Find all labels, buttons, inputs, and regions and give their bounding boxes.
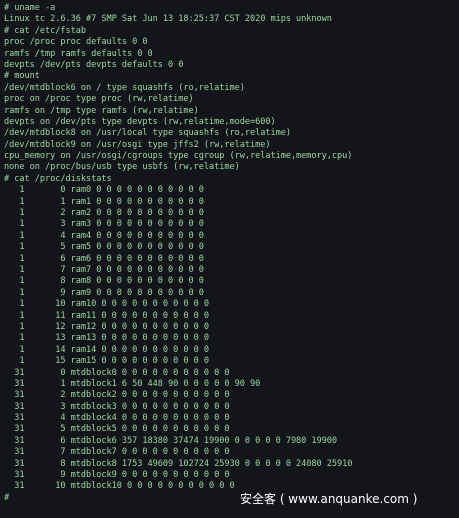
terminal-line: devpts /dev/pts devpts defaults 0 0: [4, 59, 184, 70]
terminal-line: 1 5 ram5 0 0 0 0 0 0 0 0 0 0 0: [4, 242, 204, 253]
terminal-line: /dev/mtdblock8 on /usr/local type squash…: [4, 128, 291, 139]
terminal-line: 31 9 mtdblock9 0 0 0 0 0 0 0 0 0 0 0: [4, 470, 230, 481]
terminal-line: 31 2 mtdblock2 0 0 0 0 0 0 0 0 0 0 0: [4, 390, 230, 401]
terminal-line: 1 0 ram0 0 0 0 0 0 0 0 0 0 0 0: [4, 185, 204, 196]
terminal-line: 1 7 ram7 0 0 0 0 0 0 0 0 0 0 0: [4, 264, 204, 275]
terminal-line: 1 2 ram2 0 0 0 0 0 0 0 0 0 0 0: [4, 208, 204, 219]
terminal-line: ramfs /tmp ramfs defaults 0 0: [4, 48, 153, 59]
terminal-line: 1 4 ram4 0 0 0 0 0 0 0 0 0 0 0: [4, 230, 204, 241]
terminal-line: cpu_memory on /usr/osgi/cgroups type cgr…: [4, 151, 353, 162]
terminal-line: proc on /proc type proc (rw,relatime): [4, 94, 194, 105]
terminal-line: /dev/mtdblock9 on /usr/osgi type jffs2 (…: [4, 139, 271, 150]
terminal-line: 1 1 ram1 0 0 0 0 0 0 0 0 0 0 0: [4, 196, 204, 207]
terminal-line: Linux tc 2.6.36 #7 SMP Sat Jun 13 18:25:…: [4, 14, 332, 25]
terminal-line: 31 7 mtdblock7 0 0 0 0 0 0 0 0 0 0 0: [4, 447, 230, 458]
terminal-line: # uname -a: [4, 3, 56, 13]
terminal-line: 1 6 ram6 0 0 0 0 0 0 0 0 0 0 0: [4, 253, 204, 264]
terminal-line: # mount: [4, 71, 40, 82]
terminal-line: 1 3 ram3 0 0 0 0 0 0 0 0 0 0 0: [4, 219, 204, 230]
terminal-line: 31 8 mtdblock8 1753 49609 102724 25930 0…: [4, 458, 353, 469]
watermark-text: 安全客 ( www.anquanke.com ): [240, 492, 418, 506]
terminal-line: 31 4 mtdblock4 0 0 0 0 0 0 0 0 0 0 0: [4, 413, 230, 424]
terminal-line: 1 13 ram13 0 0 0 0 0 0 0 0 0 0 0: [4, 333, 209, 344]
terminal-line: 31 3 mtdblock3 0 0 0 0 0 0 0 0 0 0 0: [4, 401, 230, 412]
terminal-line: 31 5 mtdblock5 0 0 0 0 0 0 0 0 0 0 0: [4, 424, 230, 435]
terminal-line: none on /proc/bus/usb type usbfs (rw,rel…: [4, 162, 240, 173]
terminal-line: 31 1 mtdblock1 6 50 448 90 0 0 0 0 0 90 …: [4, 378, 261, 389]
terminal-line: 31 0 mtdblock0 0 0 0 0 0 0 0 0 0 0 0: [4, 367, 230, 378]
terminal-line: 1 11 ram11 0 0 0 0 0 0 0 0 0 0 0: [4, 310, 209, 321]
terminal-window[interactable]: # uname -a Linux tc 2.6.36 #7 SMP Sat Ju…: [0, 0, 459, 518]
terminal-line: /dev/mtdblock6 on / type squashfs (ro,re…: [4, 82, 245, 93]
terminal-line: # cat /proc/diskstats: [4, 173, 112, 184]
terminal-line: 31 6 mtdblock6 357 18380 37474 19900 0 0…: [4, 435, 338, 446]
terminal-line: ramfs on /tmp type ramfs (rw,relatime): [4, 105, 199, 116]
terminal-line: 1 8 ram8 0 0 0 0 0 0 0 0 0 0 0: [4, 276, 204, 287]
terminal-line: proc /proc proc defaults 0 0: [4, 37, 148, 48]
terminal-line: 1 12 ram12 0 0 0 0 0 0 0 0 0 0 0: [4, 321, 209, 332]
terminal-line: 1 15 ram15 0 0 0 0 0 0 0 0 0 0 0: [4, 356, 209, 367]
terminal-line: 1 9 ram9 0 0 0 0 0 0 0 0 0 0 0: [4, 287, 204, 298]
terminal-line: 1 10 ram10 0 0 0 0 0 0 0 0 0 0 0: [4, 299, 209, 310]
terminal-line: 1 14 ram14 0 0 0 0 0 0 0 0 0 0 0: [4, 344, 209, 355]
terminal-line: # cat /etc/fstab: [4, 25, 86, 36]
terminal-line: devpts on /dev/pts type devpts (rw,relat…: [4, 116, 276, 127]
